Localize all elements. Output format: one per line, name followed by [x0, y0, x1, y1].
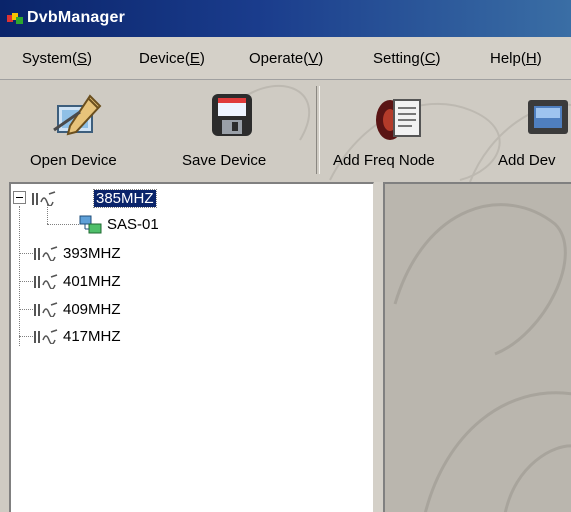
tree-node-label: SAS-01: [107, 216, 159, 233]
toolbar-separator: [316, 86, 320, 174]
tree-branch-line: [19, 336, 33, 337]
tree-node-393mhz[interactable]: 393MHZ: [33, 244, 173, 264]
tree-branch-line: [19, 253, 33, 254]
frequency-icon: [34, 246, 58, 261]
dvbmanager-window: DvbManager System(S) Device(E) Operate(V…: [0, 0, 571, 512]
frequency-icon: [34, 274, 58, 289]
open-device-button[interactable]: Open Device: [14, 80, 144, 180]
menu-help[interactable]: Help(H): [490, 50, 542, 67]
add-device-label: Add Dev: [498, 152, 556, 169]
save-device-icon: [212, 94, 252, 136]
tree-node-label: 417MHZ: [63, 328, 121, 345]
tree-node-label: 401MHZ: [63, 273, 121, 290]
detail-pane[interactable]: [383, 182, 571, 512]
tree-node-label: 385MHZ: [93, 189, 157, 208]
add-device-icon: [528, 100, 568, 134]
background-pattern: [393, 203, 571, 512]
tree-trunk-line: [19, 206, 20, 346]
tree-branch-line: [19, 309, 33, 310]
add-freq-node-label: Add Freq Node: [333, 152, 435, 169]
frequency-icon: [34, 329, 58, 344]
menu-bar: System(S) Device(E) Operate(V) Setting(C…: [0, 37, 571, 80]
pane-splitter[interactable]: [374, 182, 383, 512]
window-title: DvbManager: [27, 9, 126, 26]
client-area: 385MHZ SAS-01 393MHZ 401MHZ 409MHZ 417MH…: [0, 182, 571, 512]
tree-branch-line: [19, 281, 33, 282]
app-icon: [7, 13, 23, 24]
tree-node-409mhz[interactable]: 409MHZ: [33, 300, 173, 320]
tree-node-sas-01[interactable]: SAS-01: [79, 215, 199, 235]
tree-node-417mhz[interactable]: 417MHZ: [33, 327, 173, 347]
menu-device[interactable]: Device(E): [139, 50, 205, 67]
open-device-label: Open Device: [30, 152, 117, 169]
title-bar[interactable]: DvbManager: [0, 0, 571, 37]
collapse-icon[interactable]: [13, 191, 26, 204]
add-freq-node-icon: [376, 99, 421, 140]
save-device-button[interactable]: Save Device: [174, 80, 299, 180]
tree-node-label: 393MHZ: [63, 245, 121, 262]
tree-branch-line: [47, 224, 79, 225]
frequency-icon: [34, 302, 58, 317]
menu-system[interactable]: System(S): [22, 50, 92, 67]
tree-node-385mhz[interactable]: 385MHZ: [13, 189, 193, 209]
device-tree[interactable]: 385MHZ SAS-01 393MHZ 401MHZ 409MHZ 417MH…: [9, 182, 374, 512]
menu-operate[interactable]: Operate(V): [249, 50, 323, 67]
toolbar: Open Device Save Device Add Freq Node Ad…: [0, 80, 571, 182]
add-device-button[interactable]: Add Dev: [492, 80, 571, 180]
open-device-icon: [53, 94, 102, 136]
tree-node-401mhz[interactable]: 401MHZ: [33, 272, 173, 292]
frequency-icon: [32, 191, 56, 206]
tree-node-label: 409MHZ: [63, 301, 121, 318]
menu-setting[interactable]: Setting(C): [373, 50, 441, 67]
device-node-icon: [79, 215, 102, 234]
save-device-label: Save Device: [182, 152, 267, 169]
add-freq-node-button[interactable]: Add Freq Node: [330, 80, 470, 180]
